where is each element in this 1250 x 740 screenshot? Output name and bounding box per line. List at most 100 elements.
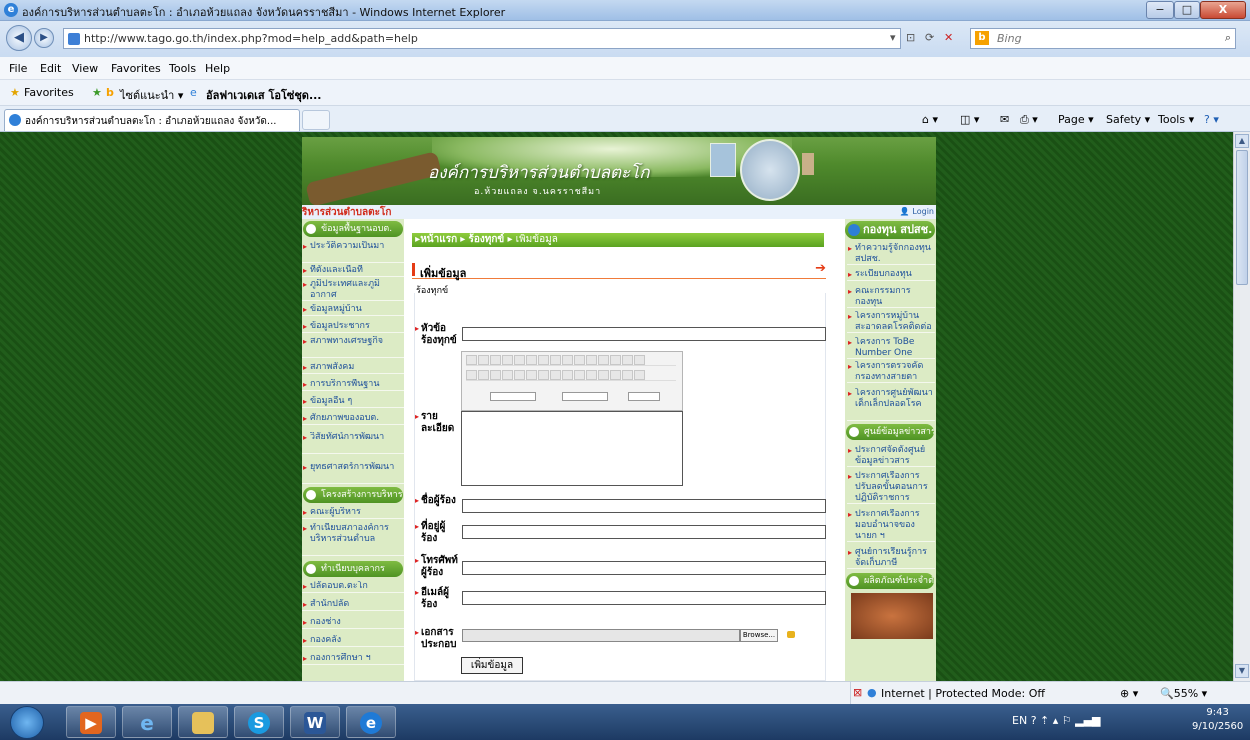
editor-size-select[interactable] (628, 392, 660, 401)
left-item[interactable]: กองช่าง (302, 617, 404, 629)
left-item[interactable]: ข้อมูลอื่น ๆ (302, 396, 404, 408)
home-icon[interactable]: ⌂ ▾ (922, 113, 938, 126)
phone-input[interactable] (462, 561, 826, 575)
left-item[interactable]: สภาพทางเศรษฐกิจ (302, 336, 404, 358)
editor-tool-icon[interactable] (502, 355, 513, 365)
left-item[interactable]: ข้อมูลหมู่บ้าน (302, 304, 404, 316)
right-item[interactable]: โครงการตรวจคัดกรองทางสายตา (847, 361, 935, 383)
close-button[interactable]: X (1200, 1, 1246, 19)
right-item[interactable]: ระเบียบกองทุน (847, 269, 935, 281)
tab-current[interactable]: องค์การบริหารส่วนตำบลตะโก : อำเภอห้วยแถล… (4, 109, 300, 131)
right-item[interactable]: โครงการหมู่บ้านสะอาดลดโรคติดต่อ (847, 311, 935, 333)
breadcrumb-complaint[interactable]: ร้องทุกข์ (469, 234, 505, 245)
left-item[interactable]: ทำเนียบสภาองค์การบริหารส่วนตำบล (302, 523, 404, 556)
action-center-icon[interactable]: ▴ ⚐ (1053, 714, 1075, 727)
start-button[interactable] (10, 706, 44, 739)
editor-tool-icon[interactable] (562, 370, 573, 380)
topic-input[interactable] (462, 327, 826, 341)
right-item[interactable]: ทำความรู้จักกองทุน สปสช. (847, 243, 935, 265)
editor-tool-icon[interactable] (490, 355, 501, 365)
product-image[interactable] (851, 593, 933, 639)
editor-tool-icon[interactable] (622, 370, 633, 380)
menu-tools[interactable]: Tools (169, 62, 196, 75)
taskbar-internet-explorer[interactable]: e (122, 706, 172, 738)
help-tray-icon[interactable]: ? (1031, 714, 1040, 727)
scroll-thumb[interactable] (1236, 150, 1248, 285)
editor-tool-icon[interactable] (610, 370, 621, 380)
editor-tool-icon[interactable] (514, 370, 525, 380)
editor-tool-icon[interactable] (478, 370, 489, 380)
suggested-sites-link[interactable]: ไซต์แนะนำ ▾ (120, 86, 183, 104)
left-item[interactable]: ที่ตั้งและเนื้อที่ (302, 265, 404, 277)
name-input[interactable] (462, 499, 826, 513)
taskbar-file-explorer[interactable] (178, 706, 228, 738)
page-menu[interactable]: Page ▾ (1058, 113, 1094, 126)
editor-tool-icon[interactable] (598, 355, 609, 365)
editor-tool-icon[interactable] (598, 370, 609, 380)
editor-tool-icon[interactable] (550, 355, 561, 365)
editor-tool-icon[interactable] (490, 370, 501, 380)
login-link[interactable]: 👤 Login (900, 207, 934, 216)
address-input[interactable] (462, 525, 826, 539)
editor-tool-icon[interactable] (478, 355, 489, 365)
left-item[interactable]: วิสัยทัศน์การพัฒนา (302, 432, 404, 454)
browse-button[interactable]: Browse... (740, 629, 778, 642)
help-icon[interactable]: ? ▾ (1204, 113, 1219, 126)
forward-button[interactable]: ▶ (34, 28, 54, 48)
left-item[interactable]: ปลัดอบต.ตะโก (302, 581, 404, 593)
right-item[interactable]: ศูนย์การเรียนรู้การจัดเก็บภาษี (847, 547, 935, 569)
editor-tool-icon[interactable] (610, 355, 621, 365)
safety-menu[interactable]: Safety ▾ (1106, 113, 1150, 126)
right-item[interactable]: คณะกรรมการกองทุน (847, 286, 935, 308)
mail-icon[interactable]: ✉ (1000, 113, 1009, 126)
editor-tool-icon[interactable] (634, 355, 645, 365)
left-item[interactable]: ข้อมูลประชากร (302, 321, 404, 333)
favorite-link[interactable]: อัลฟาเวเดเส โอโซ่ชุด... (206, 86, 322, 104)
left-item[interactable]: การบริการพื้นฐาน (302, 379, 404, 391)
editor-tool-icon[interactable] (526, 370, 537, 380)
address-url[interactable]: http://www.tago.go.th/index.php?mod=help… (84, 32, 418, 45)
editor-tool-icon[interactable] (586, 355, 597, 365)
maximize-button[interactable]: □ (1174, 1, 1200, 19)
right-item[interactable]: ประกาศจัดตั้งศูนย์ข้อมูลข่าวสาร (847, 445, 935, 467)
editor-tool-icon[interactable] (538, 355, 549, 365)
editor-tool-icon[interactable] (538, 370, 549, 380)
menu-edit[interactable]: Edit (40, 62, 61, 75)
left-item[interactable]: สำนักปลัด (302, 599, 404, 611)
email-input[interactable] (462, 591, 826, 605)
left-item[interactable]: กองคลัง (302, 635, 404, 647)
refresh-icon[interactable]: ⟳ (925, 31, 934, 44)
right-item[interactable]: โครงการศูนย์พัฒนาเด็กเล็กปลอดโรค (847, 388, 935, 421)
add-favorite-icon[interactable]: ★ (92, 86, 102, 99)
editor-tool-icon[interactable] (562, 355, 573, 365)
editor-tool-icon[interactable] (502, 370, 513, 380)
search-icon[interactable]: ⌕ (1225, 31, 1231, 45)
editor-tool-icon[interactable] (550, 370, 561, 380)
editor-tool-icon[interactable] (634, 370, 645, 380)
right-item[interactable]: ประกาศเรื่องการปรับลดขั้นตอนการปฏิบัติรา… (847, 471, 935, 504)
menu-help[interactable]: Help (205, 62, 230, 75)
address-bar[interactable]: http://www.tago.go.th/index.php?mod=help… (63, 28, 901, 49)
editor-tool-icon[interactable] (514, 355, 525, 365)
detail-textarea[interactable] (461, 411, 683, 486)
tracking-icon[interactable]: ⊕ ▾ (1120, 687, 1138, 700)
back-button[interactable]: ◀ (6, 25, 32, 51)
taskbar-media-player[interactable]: ▶ (66, 706, 116, 738)
left-item[interactable]: กองการศึกษา ฯ (302, 653, 404, 665)
vertical-scrollbar[interactable]: ▲ ▼ (1233, 132, 1250, 681)
scroll-up-icon[interactable]: ▲ (1235, 134, 1249, 148)
feeds-icon[interactable]: ◫ ▾ (960, 113, 979, 126)
right-item[interactable]: ประกาศเรื่องการมอบอำนาจของนายก ฯ (847, 509, 935, 542)
print-icon[interactable]: ⎙ ▾ (1020, 113, 1038, 127)
security-zone[interactable]: ⊠ ● Internet | Protected Mode: Off (850, 682, 1095, 705)
editor-tool-icon[interactable] (586, 370, 597, 380)
left-item[interactable]: ยุทธศาสตร์การพัฒนา (302, 462, 404, 484)
editor-tool-icon[interactable] (574, 355, 585, 365)
zoom-level[interactable]: 🔍55% ▾ (1160, 687, 1207, 700)
tools-menu[interactable]: Tools ▾ (1158, 113, 1194, 126)
left-item[interactable]: สภาพสังคม (302, 362, 404, 374)
submit-button[interactable]: เพิ่มข้อมูล (461, 657, 523, 674)
stop-icon[interactable]: ✕ (944, 31, 953, 44)
menu-favorites[interactable]: Favorites (111, 62, 161, 75)
signal-icon[interactable]: ▂▄▆ (1075, 714, 1100, 727)
